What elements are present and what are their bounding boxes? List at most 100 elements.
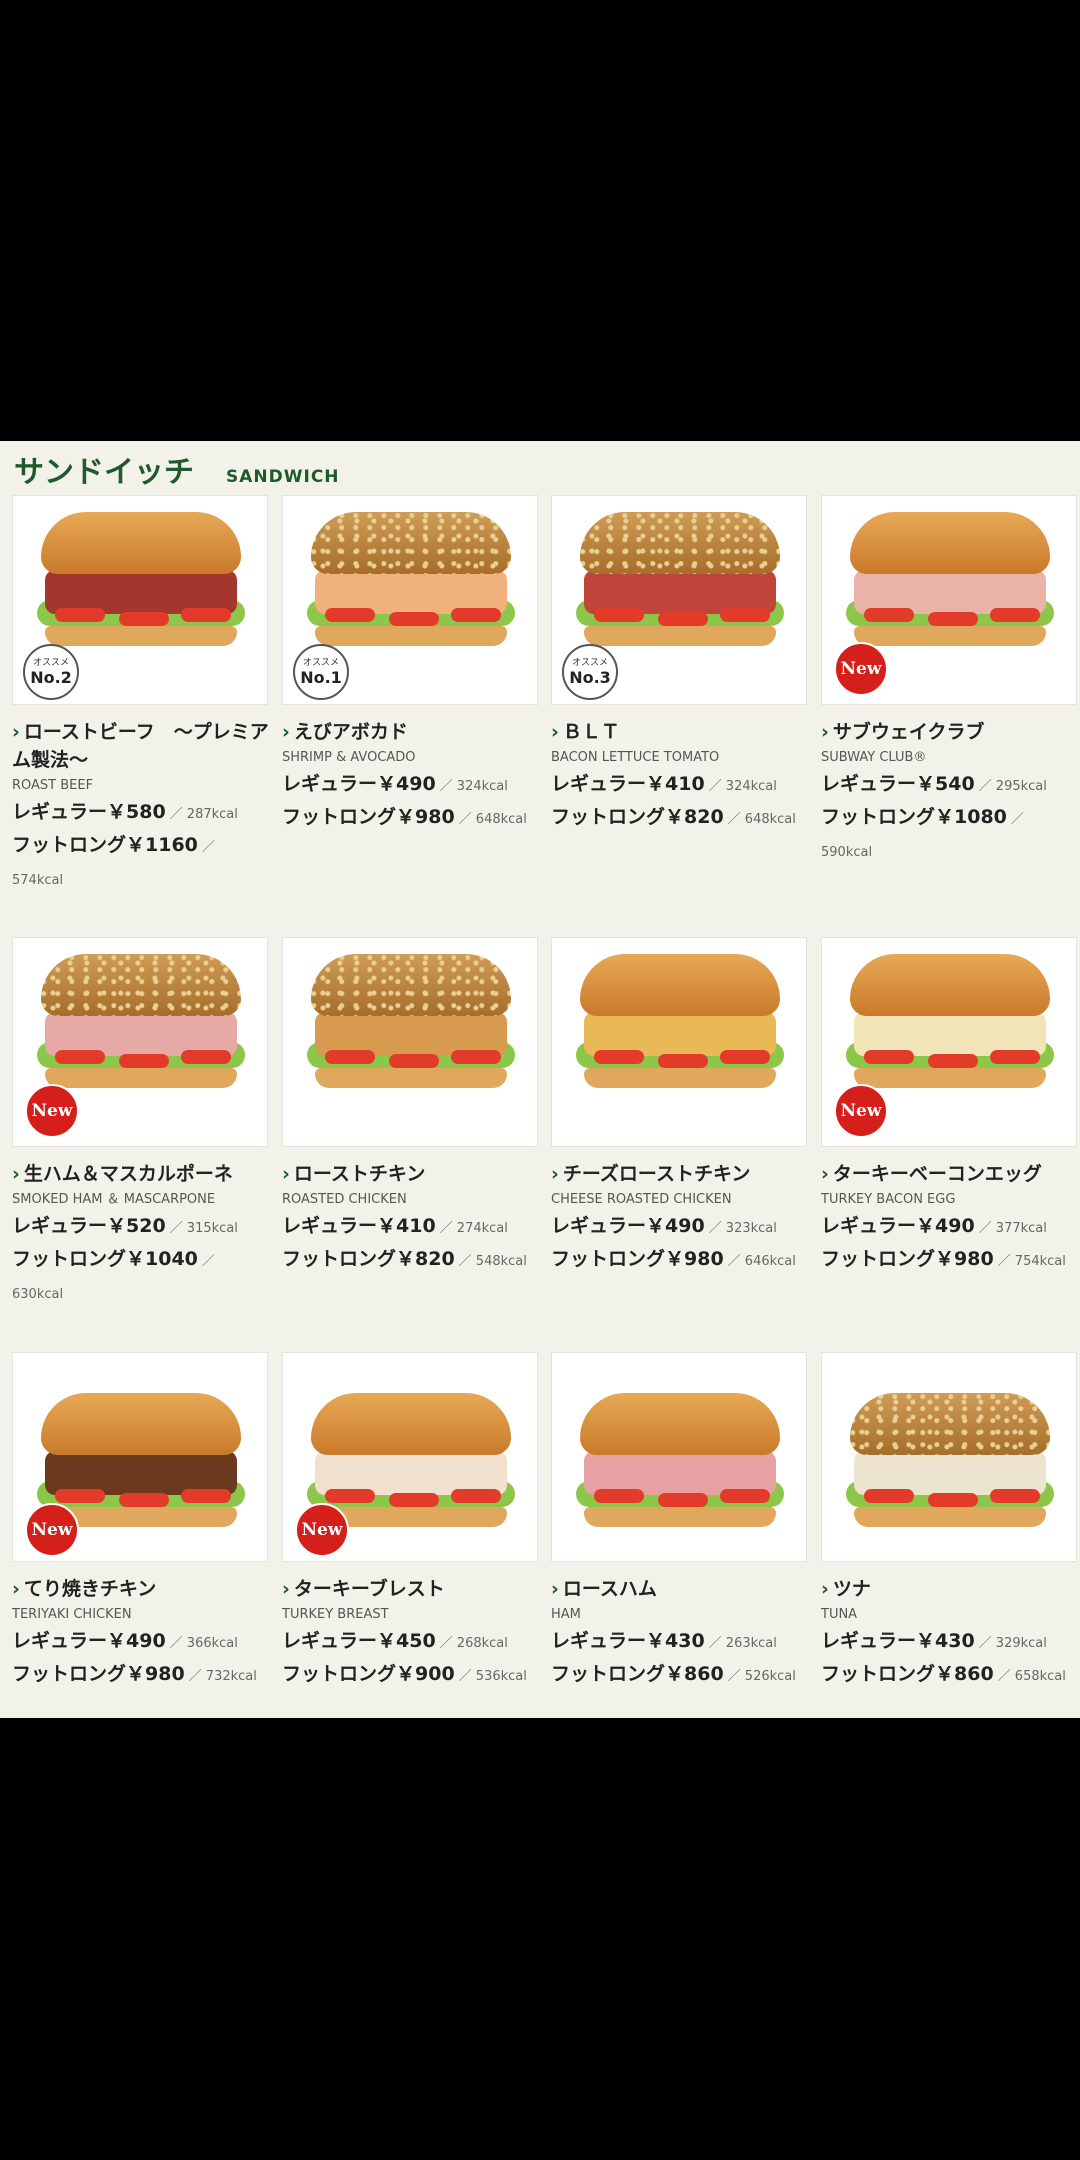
regular-price-text: レギュラー￥490 <box>12 1630 166 1652</box>
sandwich-name[interactable]: › てり焼きチキン <box>12 1575 270 1603</box>
sandwich-card[interactable]: New › ターキーブレスト TURKEY BREAST レギュラー￥450 ／ 268k… <box>282 1352 540 1692</box>
chevron-right-icon: › <box>821 721 829 743</box>
new-badge: New <box>25 1503 79 1557</box>
footlong-price-text: フットロング￥1160 <box>12 834 198 856</box>
sandwich-photo[interactable]: New <box>282 1352 538 1562</box>
footlong-price: フットロング￥1040 ／ 630kcal <box>12 1244 270 1310</box>
sandwich-name-text: ツナ <box>832 1578 871 1600</box>
sandwich-name[interactable]: › ツナ <box>821 1575 1079 1603</box>
sandwich-card[interactable]: New › サブウェイクラブ SUBWAY CLUB® レギュラー￥540 ／ 295kc… <box>821 495 1079 868</box>
footlong-calories: ／ 658kcal <box>997 1669 1066 1684</box>
sandwich-english-name: CHEESE ROASTED CHICKEN <box>551 1192 732 1207</box>
sandwich-photo[interactable] <box>282 937 538 1147</box>
sandwich-name-text: ロースハム <box>562 1578 657 1600</box>
chevron-right-icon: › <box>282 1578 290 1600</box>
chevron-right-icon: › <box>12 1578 20 1600</box>
regular-price: レギュラー￥540 ／ 295kcal <box>821 769 1079 802</box>
sandwich-photo[interactable] <box>821 1352 1077 1562</box>
sandwich-name[interactable]: › 生ハム＆マスカルポーネ <box>12 1160 270 1188</box>
sandwich-card[interactable]: › ローストチキン ROASTED CHICKEN レギュラー￥410 ／ 274kca… <box>282 937 540 1277</box>
sandwich-photo[interactable]: New <box>12 937 268 1147</box>
sandwich-photo[interactable]: New <box>821 937 1077 1147</box>
regular-price-text: レギュラー￥450 <box>282 1630 436 1652</box>
regular-price-text: レギュラー￥430 <box>821 1630 975 1652</box>
sandwich-photo[interactable] <box>551 1352 807 1562</box>
sandwich-name[interactable]: › ローストチキン <box>282 1160 540 1188</box>
sandwich-card[interactable]: › ツナ TUNA レギュラー￥430 ／ 329kcal フットロング￥860 ／ 658… <box>821 1352 1079 1692</box>
sandwich-name[interactable]: › ターキーベーコンエッグ <box>821 1160 1079 1188</box>
footlong-price: フットロング￥980 ／ 648kcal <box>282 802 540 835</box>
regular-price-text: レギュラー￥430 <box>551 1630 705 1652</box>
sandwich-photo[interactable]: New <box>12 1352 268 1562</box>
sandwich-photo[interactable]: New <box>821 495 1077 705</box>
footlong-price: フットロング￥820 ／ 548kcal <box>282 1244 540 1277</box>
regular-price-text: レギュラー￥520 <box>12 1215 166 1237</box>
footlong-price: フットロング￥860 ／ 526kcal <box>551 1659 809 1692</box>
sandwich-name-text: えびアボカド <box>293 721 408 743</box>
sandwich-name[interactable]: › ロースハム <box>551 1575 809 1603</box>
footlong-calories: ／ 536kcal <box>458 1669 527 1684</box>
regular-price: レギュラー￥520 ／ 315kcal <box>12 1211 270 1244</box>
sandwich-photo[interactable]: オススメ No.1 <box>282 495 538 705</box>
sandwich-name-text: ターキーベーコンエッグ <box>832 1163 1042 1185</box>
sandwich-english-name: HAM <box>551 1607 581 1622</box>
regular-calories: ／ 268kcal <box>439 1636 508 1651</box>
footlong-price-text: フットロング￥860 <box>551 1663 724 1685</box>
sandwich-name-text: てり焼きチキン <box>23 1578 157 1600</box>
footlong-price-text: フットロング￥980 <box>282 806 455 828</box>
chevron-right-icon: › <box>12 1163 20 1185</box>
sandwich-english-name: ROAST BEEF <box>12 778 94 793</box>
sandwich-card[interactable]: オススメ No.2 › ローストビーフ ～プレミアム製法～ ROAST BEEF レギュラ… <box>12 495 270 896</box>
sandwich-card[interactable]: New › ターキーベーコンエッグ TURKEY BACON EGG レギュラー￥490… <box>821 937 1079 1277</box>
chevron-right-icon: › <box>821 1163 829 1185</box>
section-header: サンドイッチ SANDWICH <box>14 443 340 503</box>
sandwich-card[interactable]: オススメ No.3 › ＢＬＴ BACON LETTUCE TOMATO レギュラー￥41… <box>551 495 809 835</box>
sandwich-name[interactable]: › サブウェイクラブ <box>821 718 1079 746</box>
regular-calories: ／ 366kcal <box>169 1636 238 1651</box>
footlong-price: フットロング￥820 ／ 648kcal <box>551 802 809 835</box>
section-subtitle: SANDWICH <box>226 467 340 487</box>
sandwich-name-text: ＢＬＴ <box>562 721 620 743</box>
regular-price-text: レギュラー￥410 <box>282 1215 436 1237</box>
rank-badge: オススメ No.3 <box>562 644 618 700</box>
new-badge: New <box>834 1084 888 1138</box>
sandwich-english-name: SHRIMP & AVOCADO <box>282 750 416 765</box>
regular-calories: ／ 324kcal <box>439 779 508 794</box>
footlong-calories: ／ 754kcal <box>997 1254 1066 1269</box>
sandwich-name[interactable]: › えびアボカド <box>282 718 540 746</box>
sandwich-english-name: BACON LETTUCE TOMATO <box>551 750 720 765</box>
sandwich-english-name: ROASTED CHICKEN <box>282 1192 407 1207</box>
sandwich-name[interactable]: › ローストビーフ ～プレミアム製法～ <box>12 718 270 774</box>
sandwich-photo[interactable]: オススメ No.3 <box>551 495 807 705</box>
footlong-price-text: フットロング￥980 <box>551 1248 724 1270</box>
regular-calories: ／ 263kcal <box>708 1636 777 1651</box>
footlong-price-text: フットロング￥1040 <box>12 1248 198 1270</box>
sandwich-name-text: ローストチキン <box>293 1163 426 1185</box>
footlong-price: フットロング￥980 ／ 754kcal <box>821 1244 1079 1277</box>
chevron-right-icon: › <box>551 1578 559 1600</box>
sandwich-card[interactable]: › チーズローストチキン CHEESE ROASTED CHICKEN レギュラー￥4… <box>551 937 809 1277</box>
sandwich-card[interactable]: New › 生ハム＆マスカルポーネ SMOKED HAM ＆ MASCARPONE レギ… <box>12 937 270 1310</box>
sandwich-card[interactable]: オススメ No.1 › えびアボカド SHRIMP & AVOCADO レギュラー￥490… <box>282 495 540 835</box>
footlong-calories: ／ 648kcal <box>727 812 796 827</box>
footlong-calories: ／ 548kcal <box>458 1254 527 1269</box>
footlong-price: フットロング￥980 ／ 732kcal <box>12 1659 270 1692</box>
sandwich-name[interactable]: › チーズローストチキン <box>551 1160 809 1188</box>
footlong-price: フットロング￥1160 ／ 574kcal <box>12 830 270 896</box>
regular-price: レギュラー￥490 ／ 324kcal <box>282 769 540 802</box>
sandwich-photo[interactable]: オススメ No.2 <box>12 495 268 705</box>
regular-price: レギュラー￥450 ／ 268kcal <box>282 1626 540 1659</box>
footlong-calories: ／ 732kcal <box>188 1669 257 1684</box>
regular-calories: ／ 274kcal <box>439 1221 508 1236</box>
sandwich-card[interactable]: › ロースハム HAM レギュラー￥430 ／ 263kcal フットロング￥860 ／ 5… <box>551 1352 809 1692</box>
sandwich-name[interactable]: › ターキーブレスト <box>282 1575 540 1603</box>
sandwich-photo[interactable] <box>551 937 807 1147</box>
sandwich-english-name: TURKEY BACON EGG <box>821 1192 956 1207</box>
rank-badge-number: No.3 <box>569 668 611 687</box>
sandwich-name[interactable]: › ＢＬＴ <box>551 718 809 746</box>
sandwich-name-text: ターキーブレスト <box>293 1578 445 1600</box>
regular-price: レギュラー￥490 ／ 323kcal <box>551 1211 809 1244</box>
footlong-price-text: フットロング￥980 <box>821 1248 994 1270</box>
bottom-black-bar <box>0 1718 1080 2160</box>
sandwich-card[interactable]: New › てり焼きチキン TERIYAKI CHICKEN レギュラー￥490 ／ 36… <box>12 1352 270 1692</box>
